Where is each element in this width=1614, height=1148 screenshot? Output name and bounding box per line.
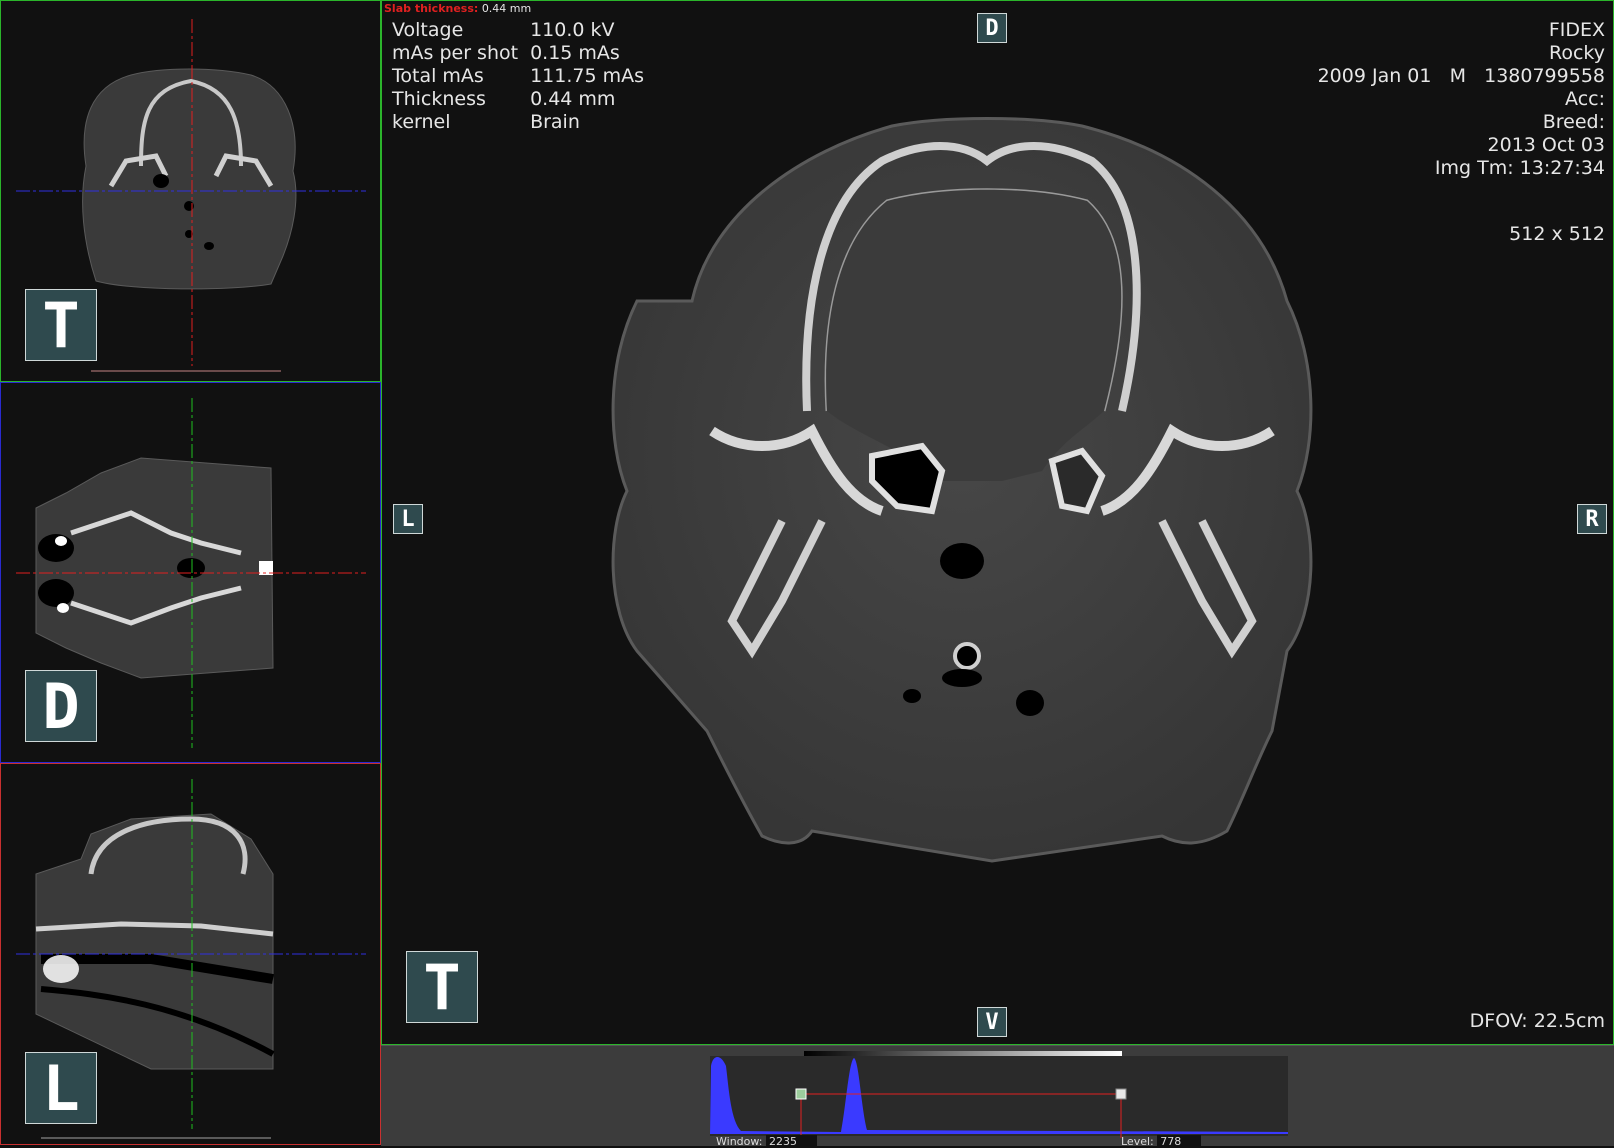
main-axial-viewport[interactable]: Slab thickness: 0.44 mm Voltage 110.0 kV … xyxy=(381,0,1614,1045)
scan-info-row: Voltage 110.0 kV xyxy=(392,19,656,42)
orientation-marker-dorsal: D xyxy=(25,670,97,743)
slab-thickness-value: 0.44 mm xyxy=(481,2,532,15)
window-value[interactable]: 2235 xyxy=(765,1135,817,1148)
orientation-marker-bottom: V xyxy=(977,1007,1007,1037)
orientation-marker-left: L xyxy=(393,504,423,534)
patient-dob-sex-id: 2009 Jan 01 M 1380799558 xyxy=(1317,65,1605,87)
patient-info: FIDEX Rocky 2009 Jan 01 M 1380799558 Acc… xyxy=(1318,19,1605,180)
level-label: Level: xyxy=(1121,1135,1154,1148)
slab-thickness-readout: Slab thickness: 0.44 mm xyxy=(384,2,531,15)
scan-info-value: 111.75 mAs xyxy=(530,65,644,87)
scan-info-value: 110.0 kV xyxy=(530,19,615,41)
lateral-thumbnail-viewport[interactable]: L xyxy=(0,763,381,1145)
window-min-handle[interactable] xyxy=(795,1088,807,1100)
scan-info-key: kernel xyxy=(392,111,451,133)
grayscale-ramp xyxy=(804,1051,1122,1056)
level-readout: Level: 778 xyxy=(1121,1135,1202,1148)
histogram-graph[interactable] xyxy=(381,1046,1614,1146)
window-level-panel: Window: 2235 Level: 778 xyxy=(381,1045,1614,1148)
scan-info-value: 0.15 mAs xyxy=(530,42,620,64)
scan-info-key: Thickness xyxy=(392,88,486,110)
orientation-marker-main: T xyxy=(406,951,478,1024)
window-readout: Window: 2235 xyxy=(716,1135,817,1148)
image-time: Img Tm: 13:27:34 xyxy=(1434,157,1605,179)
orientation-marker-right: R xyxy=(1577,504,1607,534)
scan-info-table: Voltage 110.0 kV mAs per shot 0.15 mAs Tot… xyxy=(392,19,656,134)
scan-info-key: Total mAs xyxy=(392,65,484,87)
institution-name: FIDEX xyxy=(1548,19,1605,41)
dfov-readout: DFOV: 22.5cm xyxy=(1469,1010,1605,1032)
scan-info-row: Thickness 0.44 mm xyxy=(392,88,656,111)
orientation-marker-top: D xyxy=(977,13,1007,43)
scan-info-value: Brain xyxy=(530,111,580,133)
scan-info-row: mAs per shot 0.15 mAs xyxy=(392,42,656,65)
slab-thickness-label: Slab thickness: xyxy=(384,2,479,15)
scan-info-row: Total mAs 111.75 mAs xyxy=(392,65,656,88)
accession-label: Acc: xyxy=(1565,88,1605,110)
scan-info-key: Voltage xyxy=(392,19,464,41)
orientation-marker-lateral: L xyxy=(25,1052,97,1125)
window-label: Window: xyxy=(716,1135,763,1148)
window-max-handle[interactable] xyxy=(1115,1088,1127,1100)
patient-name: Rocky xyxy=(1549,42,1605,64)
breed-label: Breed: xyxy=(1542,111,1605,133)
scan-info-key: mAs per shot xyxy=(392,42,519,64)
orientation-marker-transverse: T xyxy=(25,289,97,362)
scan-info-value: 0.44 mm xyxy=(530,88,616,110)
level-value[interactable]: 778 xyxy=(1157,1135,1202,1148)
scan-info-row: kernel Brain xyxy=(392,111,656,134)
dorsal-thumbnail-viewport[interactable]: D xyxy=(0,382,381,763)
axial-thumbnail-viewport[interactable]: T xyxy=(0,0,381,382)
study-date: 2013 Oct 03 xyxy=(1487,134,1605,156)
matrix-size: 512 x 512 xyxy=(1509,223,1605,245)
